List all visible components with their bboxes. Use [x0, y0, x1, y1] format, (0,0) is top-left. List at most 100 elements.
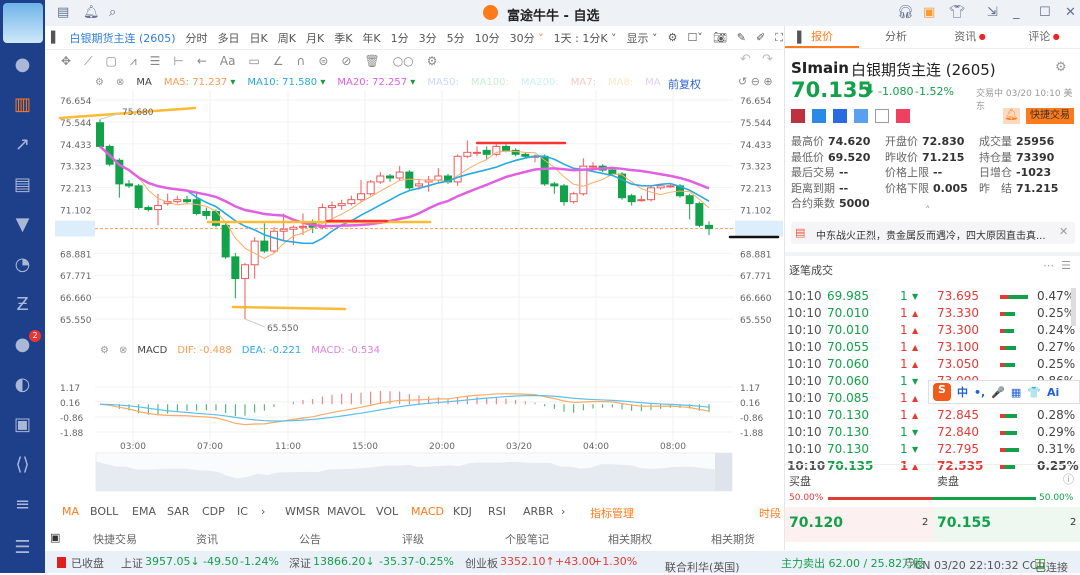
symbol-name[interactable]: 白银期货主连 (2605) — [69, 30, 175, 46]
period-30min[interactable]: 30分 ˅ — [510, 30, 544, 46]
settings-icon[interactable]: ⚙ — [668, 31, 678, 44]
bottom-tab[interactable]: 个股笔记 — [505, 531, 549, 547]
period-tab[interactable]: 10分 — [475, 32, 500, 45]
news-banner[interactable]: ▤ 中东战火正烈，贵金属反而遇冷，四大原因直击真... ✕ — [791, 222, 1075, 244]
drawing-tool-icon[interactable]: 🗑 — [364, 54, 379, 68]
period-tab[interactable]: 季K — [334, 32, 352, 45]
right-tab[interactable]: 资讯 ● — [933, 26, 1007, 48]
bottom-tab[interactable]: 相关期货 — [711, 531, 755, 547]
fullscreen-icon[interactable]: ⛶ — [775, 31, 783, 45]
right-tab[interactable]: 评论 ● — [1007, 26, 1080, 48]
cy-label[interactable]: 创业板 — [465, 555, 498, 571]
price-chart[interactable]: 76.654 76.654 75.544 75.544 74.433 74.433 73.3… — [45, 90, 783, 500]
maximize-button[interactable]: ☐ — [1039, 5, 1051, 20]
panel-icon[interactable]: ▣ — [50, 531, 60, 544]
chart-badge-icon[interactable] — [833, 109, 847, 123]
macd-select[interactable]: MACD — [137, 345, 167, 356]
game-icon[interactable]: ▣ — [10, 412, 35, 437]
ime-chinese[interactable]: 中 — [957, 384, 968, 400]
microphone-icon[interactable]: 🎤 — [991, 386, 1005, 399]
period-tab[interactable]: 分时 — [186, 32, 208, 45]
drawing-tool-icon[interactable]: ▭ — [248, 54, 259, 68]
indicator-tab-kdj[interactable]: KDJ — [453, 505, 472, 518]
menu-icon[interactable]: ☰ — [10, 535, 35, 560]
settings-icon[interactable]: ⚙ — [1055, 60, 1067, 75]
app-logo[interactable] — [3, 3, 43, 43]
quick-trade-button[interactable]: 快捷交易 — [1026, 108, 1074, 124]
close-icon[interactable]: ✕ — [1059, 225, 1068, 238]
indicator-tab-cdp[interactable]: CDP — [202, 505, 225, 518]
period-tab[interactable]: 多日 — [218, 32, 240, 45]
drawing-tool-icon[interactable]: ⩘ — [130, 54, 137, 69]
indicator-tab-mavol[interactable]: MAVOL — [327, 505, 365, 518]
period-tab[interactable]: 5分 — [447, 32, 465, 45]
chevron-right-icon[interactable]: › — [261, 505, 265, 518]
settings-icon[interactable]: ⚙ — [95, 77, 104, 88]
close-button[interactable]: ✕ — [1065, 5, 1076, 20]
drawing-tool-icon[interactable]: ⊘ — [341, 54, 351, 68]
indicator-tab-vol[interactable]: VOL — [376, 505, 398, 518]
indicator-tab-sar[interactable]: SAR — [167, 505, 189, 518]
report-icon[interactable]: ▤ — [10, 172, 35, 197]
filter-icon[interactable]: ▼ — [10, 212, 35, 237]
bid-row[interactable]: 70.120 2 — [785, 507, 933, 542]
period-tab[interactable]: 年K — [362, 32, 380, 45]
period-tab[interactable]: 3分 — [419, 32, 437, 45]
heart-icon[interactable] — [896, 109, 910, 123]
sogou-icon[interactable]: S — [933, 383, 951, 401]
document-icon[interactable]: ≡ — [10, 492, 35, 517]
indicator-tab-wmsr[interactable]: WMSR — [285, 505, 320, 518]
info-icon[interactable]: ⓘ — [1063, 471, 1074, 487]
edit-icon[interactable]: ✎ — [737, 31, 746, 44]
right-tab[interactable]: 分析 — [859, 26, 933, 48]
indicator-tab-ema[interactable]: EMA — [132, 505, 156, 518]
chart-icon[interactable]: ▥ — [10, 92, 35, 117]
shrink-icon[interactable]: ⇲ — [987, 5, 998, 20]
layout-icon[interactable]: ☐˅ — [687, 31, 702, 44]
reset-icon[interactable]: ↺ ⊖ ⊕ — [738, 75, 773, 88]
chevron-right-icon[interactable]: › — [561, 505, 565, 518]
panel-toggle-icon[interactable]: ▌ — [51, 31, 59, 44]
list-icon[interactable]: ☰ — [1061, 259, 1071, 272]
bottom-tab[interactable]: 快捷交易 — [93, 531, 137, 547]
period-tab[interactable]: 周K — [278, 32, 296, 45]
drawing-tool-icon[interactable]: ○○ — [393, 54, 414, 68]
indicator-tab-boll[interactable]: BOLL — [90, 505, 118, 518]
wallet-icon[interactable]: ▣ — [923, 5, 935, 20]
drawing-tool-icon[interactable]: ⟋ — [84, 54, 92, 69]
code-icon[interactable]: ⟨⟩ — [10, 452, 35, 477]
undo-icon[interactable]: ↶ — [740, 52, 751, 67]
keyboard-icon[interactable]: ▦ — [1011, 386, 1021, 399]
shirt-icon[interactable]: 👕︎ — [949, 5, 966, 20]
moon-icon[interactable]: ◐ — [10, 372, 35, 397]
drawing-tool-icon[interactable]: ⊢ — [173, 54, 183, 68]
settings-icon[interactable]: ⚙ — [100, 345, 109, 356]
sh-label[interactable]: 上证 — [121, 555, 143, 571]
alert-bell-icon[interactable]: 🔔︎ — [1003, 108, 1020, 124]
camera-icon[interactable]: 📷︎ — [713, 31, 727, 44]
bottom-tab[interactable]: 公告 — [299, 531, 321, 547]
indicator-tab-macd[interactable]: MACD — [411, 505, 444, 518]
display-select[interactable]: 显示 ˅ — [627, 30, 658, 46]
ime-ai[interactable]: Ai — [1047, 386, 1059, 399]
close-icon[interactable]: ⊗ — [116, 77, 124, 88]
tag-icon[interactable] — [854, 109, 868, 123]
ask-row[interactable]: 70.155 2 — [933, 507, 1080, 542]
watchlist-icon[interactable]: ▤ — [57, 5, 69, 20]
ime-punct[interactable]: •, — [974, 386, 985, 399]
navigator-handle[interactable] — [715, 453, 732, 491]
bottom-tab[interactable]: 评级 — [402, 531, 424, 547]
note-icon[interactable] — [875, 109, 889, 123]
indicator-manage-button[interactable]: 指标管理 — [590, 505, 634, 521]
drawing-tool-icon[interactable]: ▢ — [105, 54, 116, 68]
bell-icon[interactable]: 🔔︎ — [83, 5, 100, 20]
drawing-tool-icon[interactable]: ← — [197, 54, 207, 68]
ime-toolbar[interactable]: S 中 •, 🎤 ▦ 👕 Ai — [928, 380, 1080, 404]
right-tab[interactable]: 报价 — [785, 26, 859, 48]
minimize-button[interactable]: _ — [1013, 5, 1020, 20]
drawing-tool-icon[interactable]: ☰ — [150, 54, 161, 68]
lightning-icon[interactable] — [812, 109, 826, 123]
trend-icon[interactable]: ↗ — [10, 132, 35, 157]
indicator-tab-ma[interactable]: MA — [62, 505, 79, 518]
pie-icon[interactable]: ◔ — [10, 252, 35, 277]
